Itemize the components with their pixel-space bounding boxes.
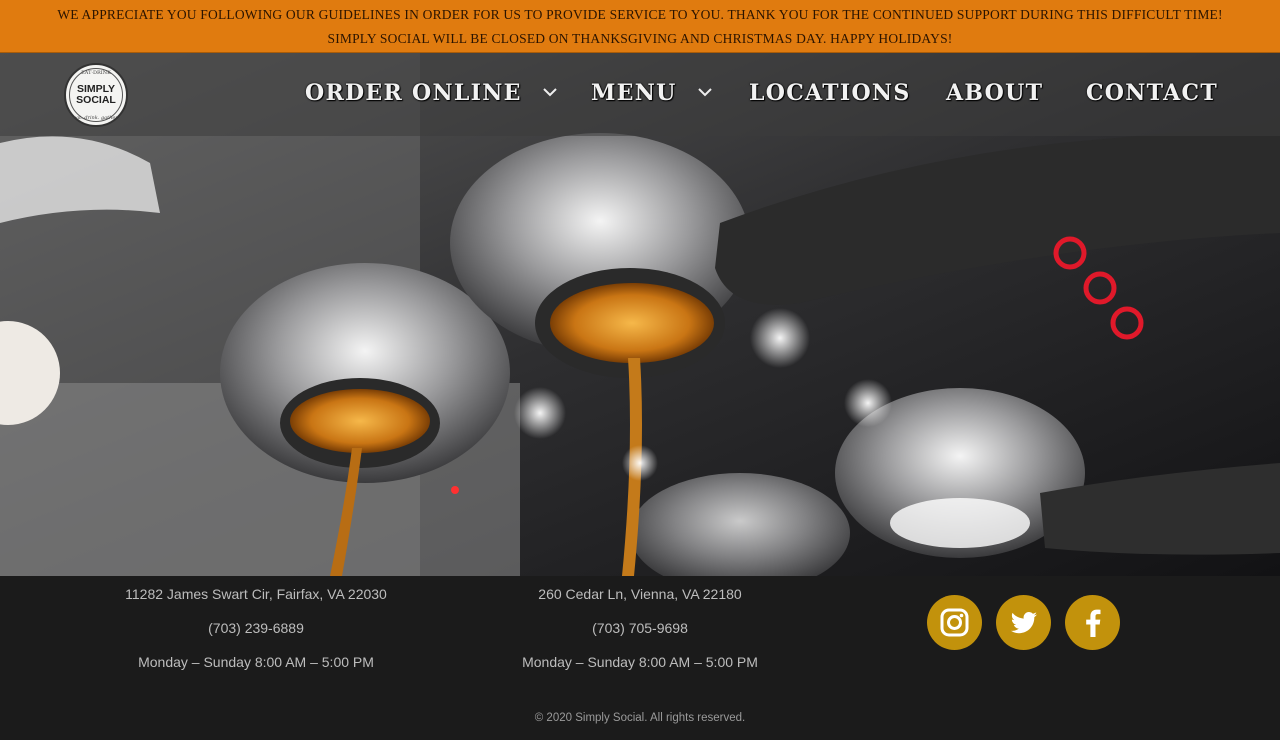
logo-tagline: eat. drink. gather.: [73, 115, 119, 121]
nav-order-online[interactable]: ORDER ONLINE: [305, 80, 557, 114]
location-hours: Monday – Sunday 8:00 AM – 5:00 PM: [522, 654, 758, 670]
nav-about[interactable]: ABOUT: [946, 80, 1043, 114]
logo-top-text: EAT·DRINK: [81, 70, 111, 76]
location-phone[interactable]: (703) 239-6889: [86, 620, 426, 636]
announcement-line-1: WE APPRECIATE YOU FOLLOWING OUR GUIDELIN…: [57, 7, 1223, 22]
nav-menu-label: MENU: [591, 80, 677, 106]
nav-contact[interactable]: CONTACT: [1086, 80, 1218, 114]
instagram-button[interactable]: [927, 595, 982, 650]
location-address[interactable]: 260 Cedar Ln, Vienna, VA 22180: [470, 586, 810, 602]
simply-social-logo[interactable]: EAT·DRINK SIMPLY SOCIAL eat. drink. gath…: [64, 63, 128, 127]
nav-locations[interactable]: LOCATIONS: [749, 80, 911, 114]
location-address[interactable]: 11282 James Swart Cir, Fairfax, VA 22030: [86, 586, 426, 602]
twitter-button[interactable]: [996, 595, 1051, 650]
nav-order-online-label: ORDER ONLINE: [305, 80, 522, 106]
chevron-down-icon: [697, 77, 712, 103]
facebook-icon: [1086, 609, 1101, 637]
location-phone[interactable]: (703) 705-9698: [470, 620, 810, 636]
chevron-down-icon: [543, 77, 557, 103]
facebook-button[interactable]: [1065, 595, 1120, 650]
footer: 11282 James Swart Cir, Fairfax, VA 22030…: [0, 576, 1280, 740]
instagram-icon: [940, 608, 969, 637]
announcement-bar: WE APPRECIATE YOU FOLLOWING OUR GUIDELIN…: [0, 0, 1280, 53]
main-navbar: EAT·DRINK SIMPLY SOCIAL eat. drink. gath…: [0, 53, 1280, 136]
location-hours: Monday – Sunday 8:00 AM – 5:00 PM: [138, 654, 374, 670]
twitter-icon: [1010, 611, 1037, 634]
hero-section: EAT·DRINK SIMPLY SOCIAL eat. drink. gath…: [0, 53, 1280, 576]
copyright-text: © 2020 Simply Social. All rights reserve…: [534, 712, 746, 724]
logo-name-line-2: SOCIAL: [76, 94, 116, 106]
logo-name: SIMPLY SOCIAL: [66, 84, 126, 106]
nav-menu[interactable]: MENU: [591, 80, 712, 114]
announcement-line-2: SIMPLY SOCIAL WILL BE CLOSED ON THANKSGI…: [327, 31, 953, 46]
